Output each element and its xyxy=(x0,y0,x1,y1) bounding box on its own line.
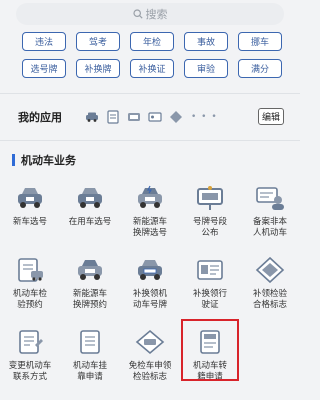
badge-icon xyxy=(254,254,286,286)
service-label: 在用车选号 xyxy=(68,217,112,227)
service-label: 备案非本 人机动车 xyxy=(252,217,287,238)
divider xyxy=(0,140,300,141)
section-accent-bar xyxy=(12,154,15,166)
service-inspection-badge[interactable]: 补领检验 合格标志 xyxy=(240,252,300,324)
search-placeholder: 搜索 xyxy=(145,8,168,21)
my-apps-icons: • • • xyxy=(84,110,218,125)
service-label: 免检车申领 检验标志 xyxy=(128,361,172,382)
diamond-app-icon[interactable] xyxy=(168,110,183,125)
tag-violation[interactable]: 违法 xyxy=(22,32,66,51)
service-row: 新车选号 在用车选号 新能源车 换牌选号 号牌号段 公布 备案非本 人机动车 xyxy=(0,180,300,252)
tag-annual-inspection[interactable]: 年检 xyxy=(130,32,174,51)
highlight-box xyxy=(181,319,239,381)
tag-replace-license[interactable]: 补换证 xyxy=(130,59,174,78)
tag-review[interactable]: 审验 xyxy=(184,59,228,78)
my-apps-bar: 我的应用 • • • 编辑 xyxy=(0,100,300,134)
tag-replace-plate[interactable]: 补换牌 xyxy=(76,59,120,78)
search-icon xyxy=(132,9,143,19)
service-new-energy-appointment[interactable]: 新能源车 换牌预约 xyxy=(60,252,120,324)
service-label: 补换领行 驶证 xyxy=(192,289,227,310)
tag-full-points[interactable]: 满分 xyxy=(238,59,282,78)
service-affiliation-apply[interactable]: 机动车挂 靠申请 xyxy=(60,324,120,396)
edit-button[interactable]: 编辑 xyxy=(258,108,284,125)
my-apps-title: 我的应用 xyxy=(18,111,62,124)
inspection-icon xyxy=(14,254,46,286)
license-icon xyxy=(194,254,226,286)
plate-notice-icon xyxy=(194,182,226,214)
service-replace-driving-license[interactable]: 补换领行 驶证 xyxy=(180,252,240,324)
document-icon xyxy=(74,326,106,358)
service-label: 号牌号段 公布 xyxy=(192,217,227,238)
divider xyxy=(0,93,300,94)
service-grid: 新车选号 在用车选号 新能源车 换牌选号 号牌号段 公布 备案非本 人机动车 机… xyxy=(0,180,300,396)
service-used-car-number[interactable]: 在用车选号 xyxy=(60,180,120,252)
service-inspection-appointment[interactable]: 机动车检 验预约 xyxy=(0,252,60,324)
tag-accident[interactable]: 事故 xyxy=(184,32,228,51)
tag-row: 违法 驾考 年检 事故 挪车 xyxy=(22,32,282,51)
person-car-icon xyxy=(254,182,286,214)
car-number-icon xyxy=(74,182,106,214)
service-label: 补换领机 动车号牌 xyxy=(132,289,167,310)
car-number-app-icon[interactable] xyxy=(126,110,141,125)
more-dots[interactable]: • • • xyxy=(191,112,218,122)
search-bar[interactable]: 搜索 xyxy=(16,3,284,25)
service-label: 新能源车 换牌预约 xyxy=(72,289,107,310)
service-row: 变更机动车 联系方式 机动车挂 靠申请 免检车申领 检验标志 机动车转 籍申请 xyxy=(0,319,300,396)
service-plate-notice[interactable]: 号牌号段 公布 xyxy=(180,180,240,252)
service-label: 变更机动车 联系方式 xyxy=(8,361,52,382)
service-register-others-car[interactable]: 备案非本 人机动车 xyxy=(240,180,300,252)
service-label: 机动车检 验预约 xyxy=(12,289,47,310)
section-header: 机动车业务 xyxy=(12,152,76,168)
contact-change-icon xyxy=(14,326,46,358)
tag-select-plate[interactable]: 选号牌 xyxy=(22,59,66,78)
service-new-car-number[interactable]: 新车选号 xyxy=(0,180,60,252)
tag-row: 选号牌 补换牌 补换证 审验 满分 xyxy=(22,59,282,78)
plate-replace-icon xyxy=(134,254,166,286)
service-replace-plate[interactable]: 补换领机 动车号牌 xyxy=(120,252,180,324)
service-change-contact[interactable]: 变更机动车 联系方式 xyxy=(0,324,60,396)
service-exempt-badge[interactable]: 免检车申领 检验标志 xyxy=(120,324,180,396)
new-energy-car-icon xyxy=(134,182,166,214)
tag-move-car[interactable]: 挪车 xyxy=(238,32,282,51)
quick-tags: 违法 驾考 年检 事故 挪车 选号牌 补换牌 补换证 审验 满分 xyxy=(22,32,282,86)
service-transfer-apply[interactable]: 机动车转 籍申请 xyxy=(180,319,240,396)
service-label: 新能源车 换牌选号 xyxy=(132,217,167,238)
section-title: 机动车业务 xyxy=(21,154,76,167)
service-label: 新车选号 xyxy=(12,217,47,227)
service-label: 机动车挂 靠申请 xyxy=(72,361,107,382)
car-number-icon xyxy=(14,182,46,214)
card-app-icon[interactable] xyxy=(147,110,162,125)
service-row: 机动车检 验预约 新能源车 换牌预约 补换领机 动车号牌 补换领行 驶证 补领检… xyxy=(0,252,300,324)
exempt-badge-icon xyxy=(134,326,166,358)
service-new-energy-number[interactable]: 新能源车 换牌选号 xyxy=(120,180,180,252)
service-label: 补领检验 合格标志 xyxy=(252,289,287,310)
document-app-icon[interactable] xyxy=(105,110,120,125)
car-app-icon[interactable] xyxy=(84,110,99,125)
service-empty-slot xyxy=(240,324,300,396)
tag-driving-test[interactable]: 驾考 xyxy=(76,32,120,51)
new-energy-car-icon xyxy=(74,254,106,286)
